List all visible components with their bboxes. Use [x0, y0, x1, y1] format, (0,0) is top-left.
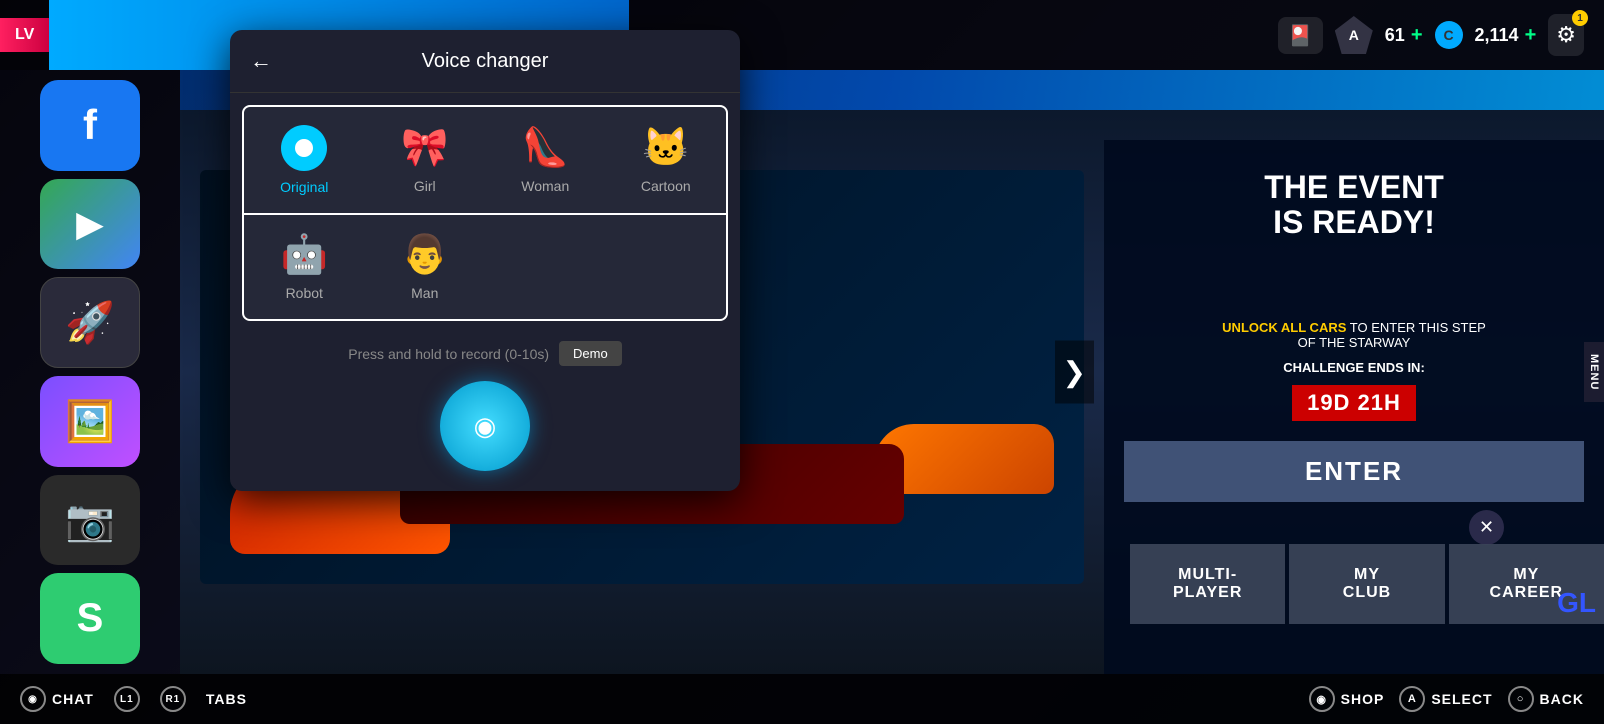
voice-options-grid-bottom: 🤖 Robot 👨 Man: [242, 215, 728, 321]
microphone-icon: ◉: [474, 411, 497, 442]
robot-label: Robot: [286, 285, 323, 301]
man-icon: 👨: [401, 233, 448, 277]
robot-icon: 🤖: [281, 233, 328, 277]
voice-option-woman[interactable]: 👠 Woman: [485, 107, 606, 213]
cartoon-icon: 🐱: [642, 126, 689, 170]
record-hint: Press and hold to record (0-10s) Demo: [348, 341, 621, 366]
voice-option-original[interactable]: Original: [244, 107, 365, 213]
girl-label: Girl: [414, 178, 436, 194]
voice-option-empty-1: [485, 215, 606, 319]
modal-overlay: ← Voice changer Original 🎀 Girl 👠 Woman: [0, 0, 1604, 724]
record-button[interactable]: ◉: [440, 381, 530, 471]
demo-label: Demo: [573, 346, 608, 361]
woman-label: Woman: [521, 178, 569, 194]
back-arrow-icon: ←: [250, 48, 272, 73]
original-icon: [281, 125, 327, 171]
voice-option-cartoon[interactable]: 🐱 Cartoon: [606, 107, 727, 213]
voice-option-man[interactable]: 👨 Man: [365, 215, 486, 319]
modal-header: ← Voice changer: [230, 30, 740, 93]
woman-icon: 👠: [522, 126, 569, 170]
modal-title: Voice changer: [287, 50, 683, 73]
girl-icon: 🎀: [401, 126, 448, 170]
voice-changer-modal: ← Voice changer Original 🎀 Girl 👠 Woman: [230, 30, 740, 491]
modal-back-button[interactable]: ←: [250, 48, 272, 74]
record-area: Press and hold to record (0-10s) Demo ◉: [230, 321, 740, 491]
voice-option-empty-2: [606, 215, 727, 319]
cartoon-label: Cartoon: [641, 178, 691, 194]
original-label: Original: [280, 179, 328, 195]
demo-button[interactable]: Demo: [559, 341, 622, 366]
voice-options-grid-top: Original 🎀 Girl 👠 Woman 🐱 Cartoon: [242, 105, 728, 215]
voice-option-girl[interactable]: 🎀 Girl: [365, 107, 486, 213]
man-label: Man: [411, 285, 438, 301]
record-hint-text: Press and hold to record (0-10s): [348, 346, 549, 362]
voice-option-robot[interactable]: 🤖 Robot: [244, 215, 365, 319]
